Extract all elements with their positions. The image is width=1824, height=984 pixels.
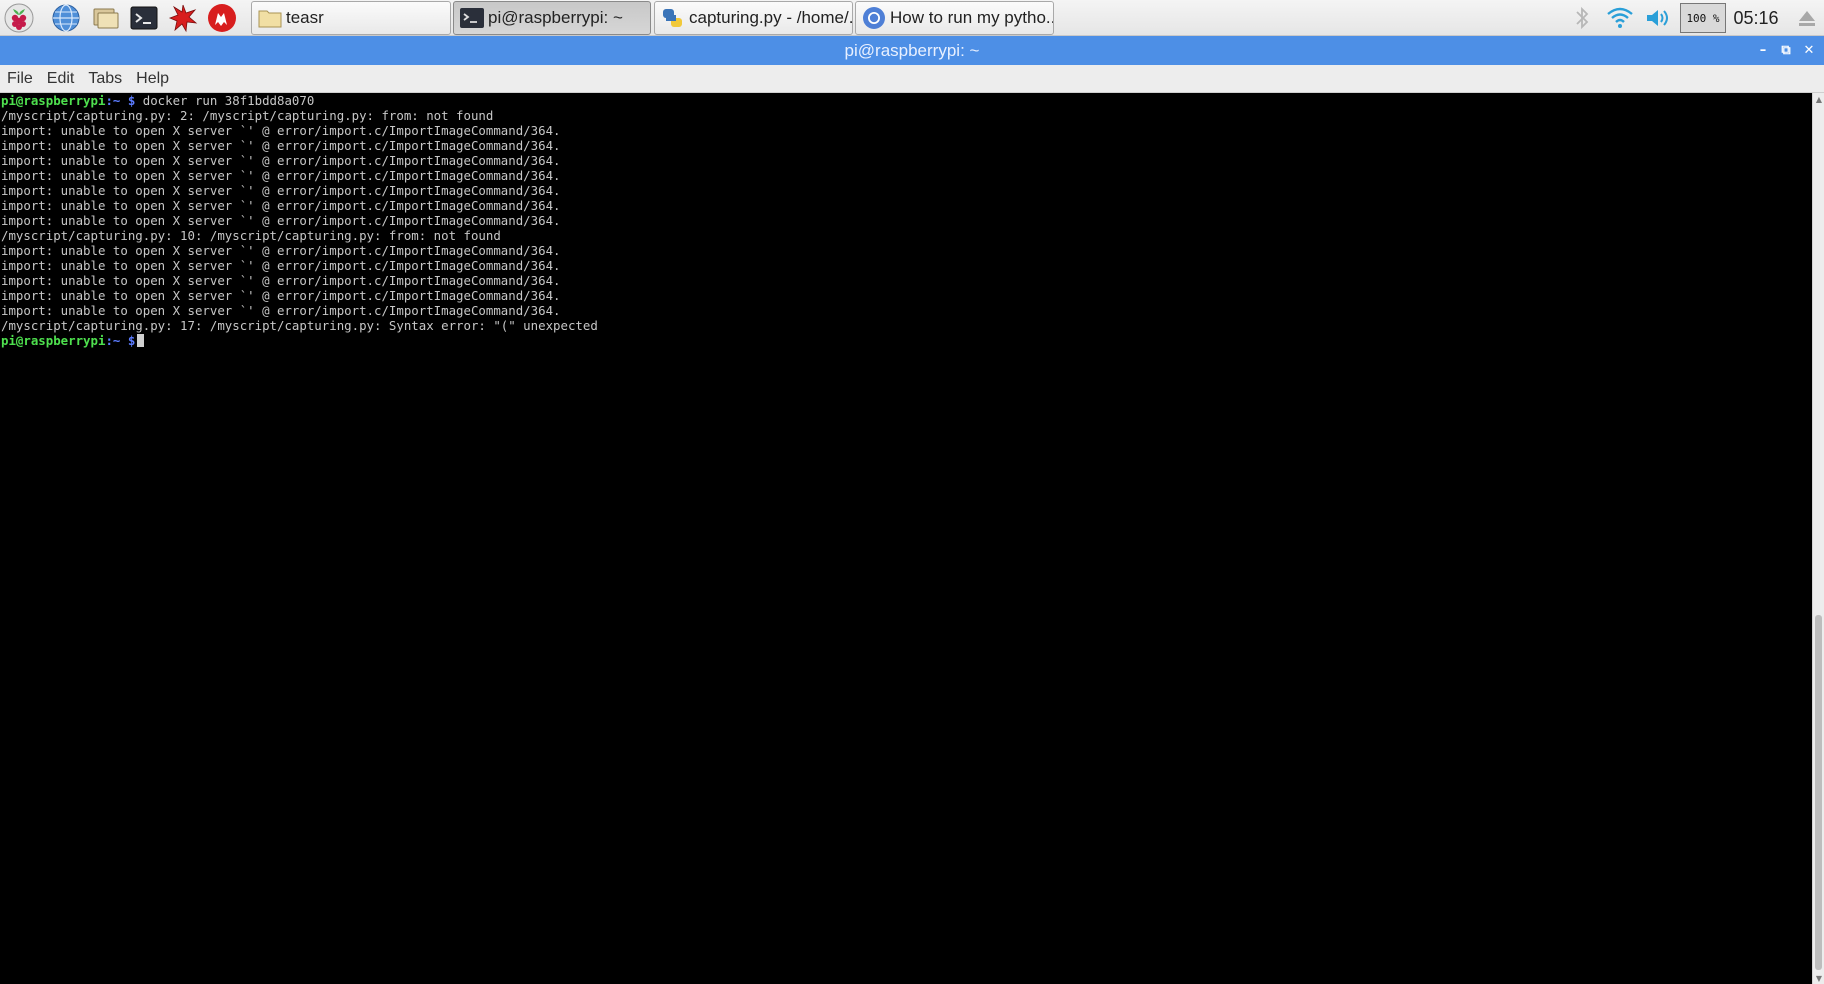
vertical-scrollbar[interactable]: ▲ ▼ bbox=[1812, 93, 1824, 984]
output-line: import: unable to open X server `' @ err… bbox=[1, 198, 561, 213]
folder-icon bbox=[255, 3, 285, 33]
output-line: import: unable to open X server `' @ err… bbox=[1, 123, 561, 138]
command-text: docker run 38f1bdd8a070 bbox=[135, 93, 315, 108]
task-button-teasr[interactable]: teasr bbox=[251, 1, 451, 35]
mathematica-launcher[interactable] bbox=[166, 2, 200, 34]
task-button-terminal[interactable]: pi@raspberrypi: ~ bbox=[453, 1, 651, 35]
output-line: /myscript/capturing.py: 2: /myscript/cap… bbox=[1, 108, 494, 123]
prompt-user: pi@raspberrypi bbox=[1, 93, 106, 108]
maximize-icon: ⧉ bbox=[1781, 43, 1791, 58]
taskbar: teasr pi@raspberrypi: ~ capturing.py - /… bbox=[0, 0, 1824, 36]
close-button[interactable]: ✕ bbox=[1798, 36, 1820, 65]
wifi-button[interactable] bbox=[1604, 2, 1636, 34]
mathematica-star-icon bbox=[168, 4, 198, 33]
menu-tabs[interactable]: Tabs bbox=[81, 70, 129, 88]
current-prompt-line[interactable]: pi@raspberrypi:~ $ bbox=[0, 333, 1812, 348]
window-titlebar[interactable]: pi@raspberrypi: ~ bbox=[0, 36, 1824, 65]
output-line: import: unable to open X server `' @ err… bbox=[1, 258, 561, 273]
output-line: import: unable to open X server `' @ err… bbox=[1, 138, 561, 153]
output-lines: /myscript/capturing.py: 2: /myscript/cap… bbox=[0, 108, 1812, 333]
task-button-label: How to run my pytho... bbox=[890, 8, 1053, 27]
terminal-icon bbox=[130, 6, 158, 30]
task-button-label: pi@raspberrypi: ~ bbox=[488, 8, 623, 27]
terminal-output[interactable]: pi@raspberrypi:~ $ docker run 38f1bdd8a0… bbox=[0, 93, 1812, 984]
menu-bar: File Edit Tabs Help bbox=[0, 65, 1824, 93]
prompt-path: :~ bbox=[105, 93, 121, 108]
text-cursor bbox=[137, 334, 145, 347]
output-line: /myscript/capturing.py: 10: /myscript/ca… bbox=[1, 228, 501, 243]
volume-icon bbox=[1647, 10, 1668, 26]
prompt-sign: $ bbox=[120, 333, 136, 348]
minimize-button[interactable]: – bbox=[1752, 36, 1774, 65]
output-line: import: unable to open X server `' @ err… bbox=[1, 303, 561, 318]
terminal-launcher[interactable] bbox=[127, 2, 161, 34]
raspberry-pi-logo-icon bbox=[4, 3, 34, 33]
eject-button[interactable] bbox=[1795, 2, 1819, 34]
terminal-icon bbox=[457, 3, 487, 33]
command-line: pi@raspberrypi:~ $ docker run 38f1bdd8a0… bbox=[0, 93, 1812, 108]
output-line: import: unable to open X server `' @ err… bbox=[1, 153, 561, 168]
output-line: import: unable to open X server `' @ err… bbox=[1, 213, 561, 228]
wolf-icon bbox=[208, 4, 236, 32]
output-line: /myscript/capturing.py: 17: /myscript/ca… bbox=[1, 318, 598, 333]
prompt-path: :~ bbox=[105, 333, 121, 348]
python-icon bbox=[658, 3, 688, 33]
scroll-up-arrow-icon[interactable]: ▲ bbox=[1813, 93, 1824, 105]
output-line: import: unable to open X server `' @ err… bbox=[1, 273, 561, 288]
scrollbar-thumb[interactable] bbox=[1815, 615, 1822, 970]
window-title: pi@raspberrypi: ~ bbox=[844, 40, 980, 60]
task-button-capturing-py[interactable]: capturing.py - /home/... bbox=[654, 1, 853, 35]
output-line: import: unable to open X server `' @ err… bbox=[1, 168, 561, 183]
close-icon: ✕ bbox=[1803, 43, 1815, 58]
volume-button[interactable] bbox=[1642, 2, 1674, 34]
clock[interactable]: 05:16 bbox=[1730, 2, 1782, 34]
scroll-down-arrow-icon[interactable]: ▼ bbox=[1813, 972, 1824, 984]
bluetooth-icon bbox=[1576, 6, 1589, 30]
prompt-user: pi@raspberrypi bbox=[1, 333, 106, 348]
chromium-icon bbox=[859, 3, 889, 33]
output-line: import: unable to open X server `' @ err… bbox=[1, 243, 561, 258]
output-line: import: unable to open X server `' @ err… bbox=[1, 183, 561, 198]
minimize-icon: – bbox=[1759, 43, 1767, 58]
wifi-icon bbox=[1607, 7, 1633, 28]
battery-indicator[interactable]: 100 % bbox=[1680, 3, 1726, 33]
eject-icon bbox=[1799, 11, 1815, 26]
menu-file[interactable]: File bbox=[0, 70, 40, 88]
maximize-button[interactable]: ⧉ bbox=[1775, 36, 1797, 65]
globe-icon bbox=[52, 4, 80, 32]
web-browser-launcher[interactable] bbox=[49, 2, 83, 34]
task-button-label: teasr bbox=[286, 8, 324, 27]
menu-edit[interactable]: Edit bbox=[40, 70, 82, 88]
wolfram-launcher[interactable] bbox=[205, 2, 239, 34]
menu-launcher[interactable] bbox=[2, 2, 36, 34]
prompt-sign: $ bbox=[120, 93, 136, 108]
file-manager-launcher[interactable] bbox=[89, 2, 123, 34]
task-button-label: capturing.py - /home/... bbox=[689, 8, 852, 27]
output-line: import: unable to open X server `' @ err… bbox=[1, 288, 561, 303]
menu-help[interactable]: Help bbox=[129, 70, 176, 88]
bluetooth-button[interactable] bbox=[1570, 2, 1594, 34]
folders-icon bbox=[93, 8, 119, 29]
task-button-chromium[interactable]: How to run my pytho... bbox=[855, 1, 1054, 35]
